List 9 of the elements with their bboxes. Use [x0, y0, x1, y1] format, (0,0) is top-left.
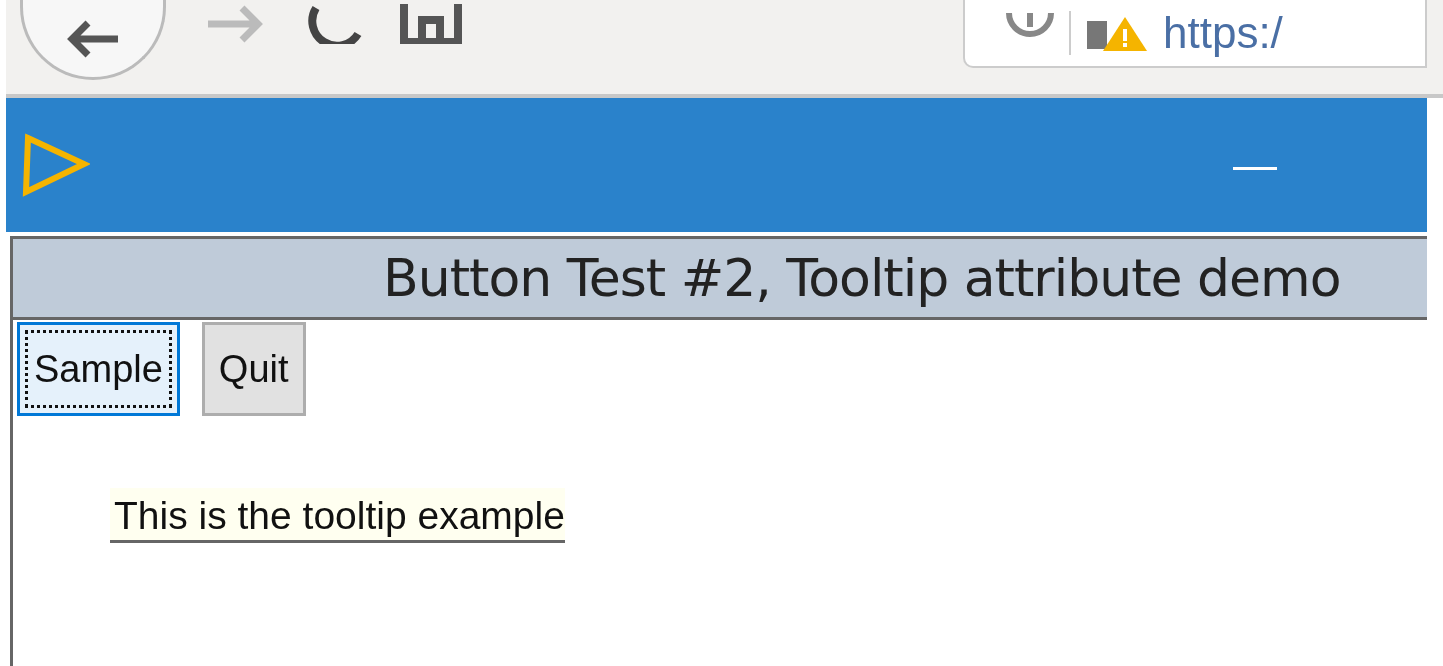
minimize-button[interactable]: — — [1233, 140, 1277, 190]
play-icon — [20, 132, 90, 198]
address-bar[interactable]: https:/ — [963, 0, 1427, 68]
url-text: https:/ — [1163, 11, 1283, 55]
action-button[interactable]: Quit — [201, 322, 306, 416]
tooltip: This is the tooltip example — [110, 488, 565, 543]
reload-icon[interactable] — [308, 4, 364, 44]
panel-title: Button Test #2, Tooltip attribute demo — [13, 236, 1427, 320]
action-button[interactable]: Sample — [17, 322, 180, 416]
